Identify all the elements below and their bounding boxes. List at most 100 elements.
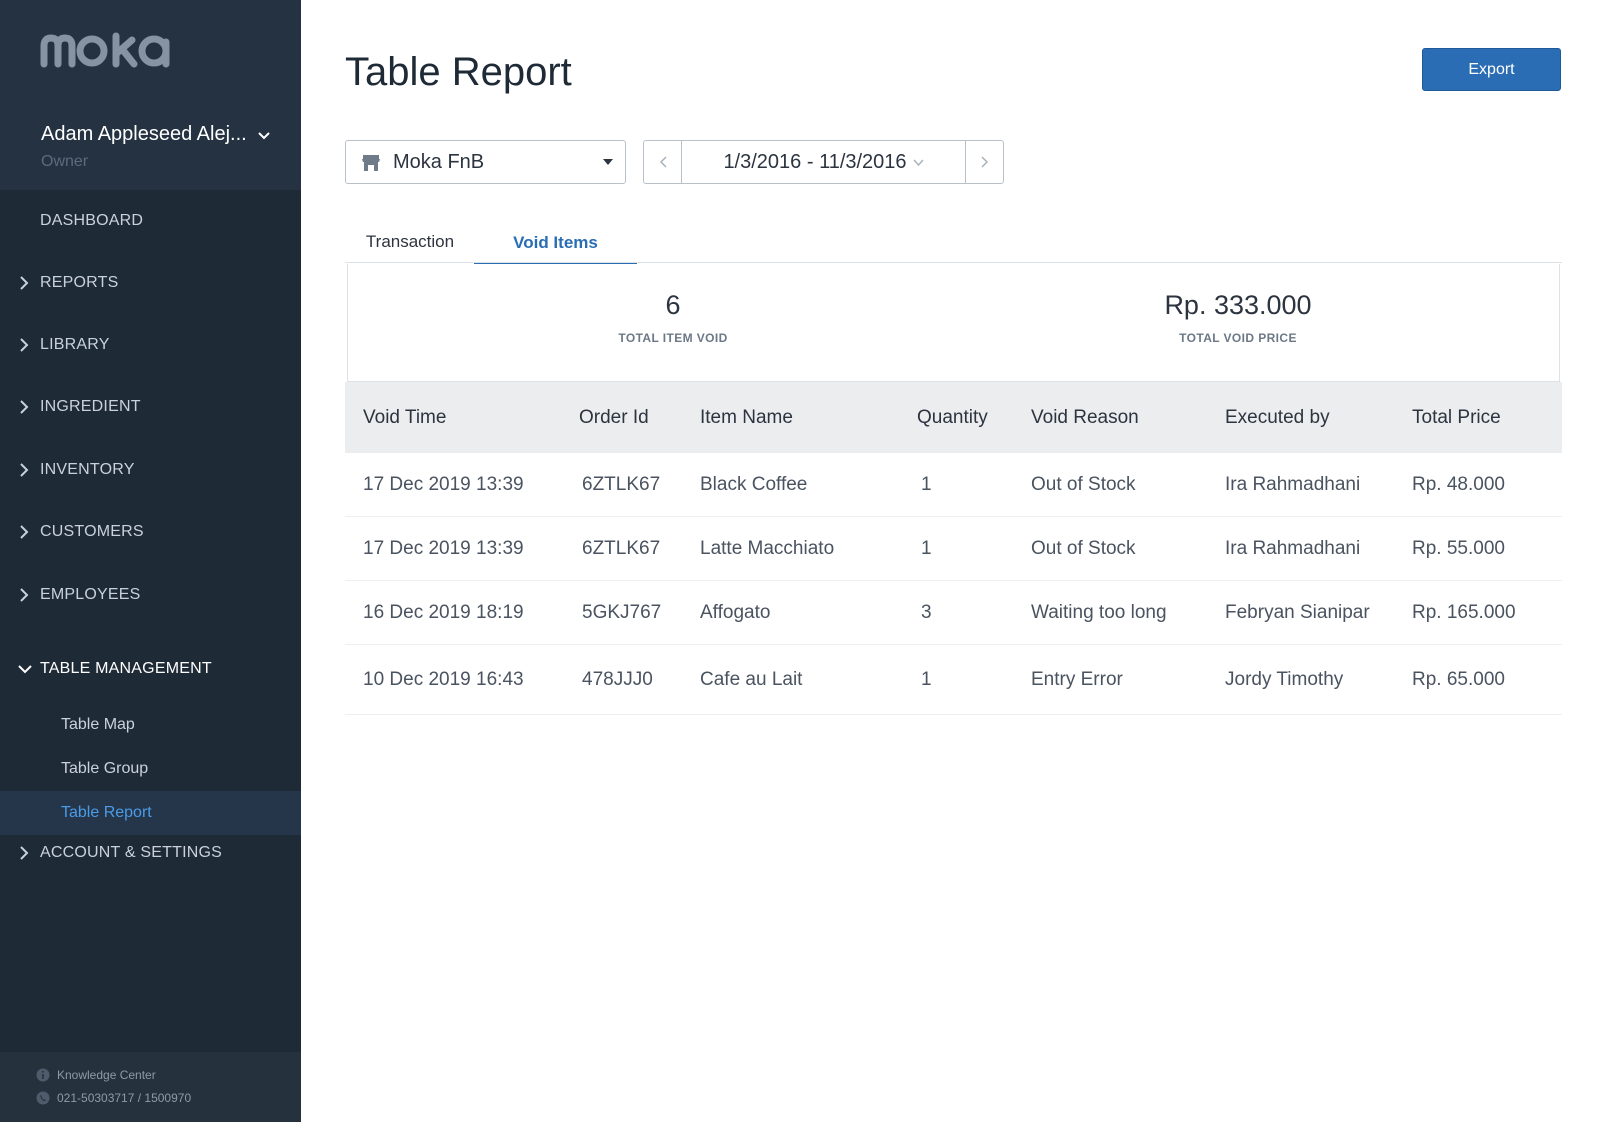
cell-order-id: 5GKJ767 <box>582 602 662 623</box>
column-header-item-name[interactable]: Item Name <box>700 382 793 453</box>
phone-number: 021-50303717 / 1500970 <box>57 1091 192 1105</box>
column-header-quantity[interactable]: Quantity <box>917 382 988 453</box>
nav-ingredient[interactable]: INGREDIENT <box>0 387 301 427</box>
stat-total-item-void: 6 TOTAL ITEM VOID <box>578 290 768 345</box>
chevron-left-icon <box>659 156 667 168</box>
date-prev-button[interactable] <box>644 141 682 183</box>
cell-void-time: 17 Dec 2019 13:39 <box>363 538 524 559</box>
cell-executed-by: Ira Rahmadhani <box>1225 538 1361 559</box>
cell-order-id: 6ZTLK67 <box>582 474 661 495</box>
table-row[interactable]: 17 Dec 2019 13:39 6ZTLK67 Latte Macchiat… <box>345 517 1562 581</box>
nav-account-settings[interactable]: ACCOUNT & SETTINGS <box>0 833 301 873</box>
void-summary: 6 TOTAL ITEM VOID Rp. 333.000 TOTAL VOID… <box>347 264 1560 382</box>
table-row[interactable]: 10 Dec 2019 16:43 478JJJ0 Cafe au Lait 1… <box>345 645 1562 715</box>
nav-table-management[interactable]: TABLE MANAGEMENT <box>0 649 301 689</box>
sub-item-table-group[interactable]: Table Group <box>0 747 301 791</box>
chevron-right-icon <box>20 338 29 352</box>
knowledge-center-label: Knowledge Center <box>57 1068 156 1082</box>
sub-item-label: Table Map <box>61 716 135 733</box>
phone-icon <box>36 1091 50 1105</box>
nav-label: TABLE MANAGEMENT <box>40 660 212 677</box>
sub-item-label: Table Group <box>61 760 149 777</box>
caret-down-icon <box>603 159 613 165</box>
column-header-executed-by[interactable]: Executed by <box>1225 382 1330 453</box>
nav-label: ACCOUNT & SETTINGS <box>40 844 222 861</box>
sub-item-label: Table Report <box>61 804 152 821</box>
nav-reports[interactable]: REPORTS <box>0 263 301 303</box>
sub-item-table-map[interactable]: Table Map <box>0 703 301 747</box>
nav-customers[interactable]: CUSTOMERS <box>0 512 301 552</box>
chevron-right-icon <box>20 588 29 602</box>
chevron-right-icon <box>20 525 29 539</box>
cell-quantity: 1 <box>921 538 932 559</box>
outlet-select-value: Moka FnB <box>393 150 485 173</box>
cell-void-reason: Entry Error <box>1031 669 1123 690</box>
knowledge-center-link[interactable]: Knowledge Center <box>36 1068 156 1082</box>
cell-void-time: 10 Dec 2019 16:43 <box>363 669 524 690</box>
table-row[interactable]: 16 Dec 2019 18:19 5GKJ767 Affogato 3 Wai… <box>345 581 1562 645</box>
date-range-picker: 1/3/2016 - 11/3/2016 <box>643 140 1004 184</box>
date-range-value: 1/3/2016 - 11/3/2016 <box>723 150 907 173</box>
stat-total-void-price: Rp. 333.000 TOTAL VOID PRICE <box>1103 290 1373 345</box>
cell-item-name: Cafe au Lait <box>700 669 803 690</box>
column-header-order-id[interactable]: Order Id <box>579 382 649 453</box>
sidebar: Adam Appleseed Alej... Owner DASHBOARD R… <box>0 0 301 1122</box>
stat-value: Rp. 333.000 <box>1164 290 1312 320</box>
chevron-right-icon <box>20 276 29 290</box>
column-header-total-price[interactable]: Total Price <box>1412 382 1501 453</box>
cell-item-name: Affogato <box>700 602 771 623</box>
column-header-void-reason[interactable]: Void Reason <box>1031 382 1139 453</box>
chevron-right-icon <box>20 463 29 477</box>
nav-inventory[interactable]: INVENTORY <box>0 450 301 490</box>
nav-label: INVENTORY <box>40 461 135 478</box>
nav-dashboard[interactable]: DASHBOARD <box>0 201 301 241</box>
void-items-table: Void Time Order Id Item Name Quantity Vo… <box>345 382 1562 715</box>
export-button[interactable]: Export <box>1422 48 1561 91</box>
stat-value: 6 <box>665 290 681 320</box>
cell-void-reason: Waiting too long <box>1031 602 1167 623</box>
cell-quantity: 1 <box>921 474 932 495</box>
cell-void-time: 17 Dec 2019 13:39 <box>363 474 524 495</box>
cell-quantity: 1 <box>921 669 932 690</box>
cell-total-price: Rp. 55.000 <box>1412 538 1505 559</box>
nav-label: EMPLOYEES <box>40 586 141 603</box>
page-title: Table Report <box>345 50 572 94</box>
phone-line: 021-50303717 / 1500970 <box>36 1091 191 1105</box>
nav-library[interactable]: LIBRARY <box>0 325 301 365</box>
nav-label: INGREDIENT <box>40 398 141 415</box>
cell-void-reason: Out of Stock <box>1031 474 1136 495</box>
stat-caption: TOTAL ITEM VOID <box>618 331 728 345</box>
user-role: Owner <box>41 153 89 170</box>
chevron-right-icon <box>980 156 988 168</box>
tab-void-items[interactable]: Void Items <box>474 222 637 265</box>
tab-transaction[interactable]: Transaction <box>345 220 475 263</box>
cell-total-price: Rp. 165.000 <box>1412 602 1516 623</box>
cell-total-price: Rp. 65.000 <box>1412 669 1505 690</box>
chevron-right-icon <box>20 400 29 414</box>
table-row[interactable]: 17 Dec 2019 13:39 6ZTLK67 Black Coffee 1… <box>345 453 1562 517</box>
stat-caption: TOTAL VOID PRICE <box>1179 331 1297 345</box>
table-header: Void Time Order Id Item Name Quantity Vo… <box>345 382 1562 453</box>
info-icon <box>36 1068 50 1082</box>
user-name[interactable]: Adam Appleseed Alej... <box>41 123 247 146</box>
sidebar-footer: Knowledge Center 021-50303717 / 1500970 <box>0 1052 301 1122</box>
chevron-down-icon <box>18 665 32 674</box>
cell-item-name: Latte Macchiato <box>700 538 835 559</box>
nav-employees[interactable]: EMPLOYEES <box>0 575 301 615</box>
moka-logo[interactable] <box>40 32 172 68</box>
cell-executed-by: Febryan Sianipar <box>1225 602 1370 623</box>
outlet-select[interactable]: Moka FnB <box>345 140 626 184</box>
chevron-down-icon <box>913 158 924 166</box>
chevron-down-icon[interactable] <box>257 129 271 143</box>
cell-item-name: Black Coffee <box>700 474 808 495</box>
chevron-right-icon <box>20 846 29 860</box>
date-range-selector[interactable]: 1/3/2016 - 11/3/2016 <box>682 141 965 183</box>
cell-order-id: 6ZTLK67 <box>582 538 661 559</box>
column-header-void-time[interactable]: Void Time <box>363 382 446 453</box>
cell-executed-by: Ira Rahmadhani <box>1225 474 1361 495</box>
report-tabs: Transaction Void Items <box>345 220 1562 265</box>
cell-void-reason: Out of Stock <box>1031 538 1136 559</box>
date-next-button[interactable] <box>965 141 1003 183</box>
store-icon <box>362 155 380 171</box>
sub-item-table-report[interactable]: Table Report <box>0 791 301 835</box>
